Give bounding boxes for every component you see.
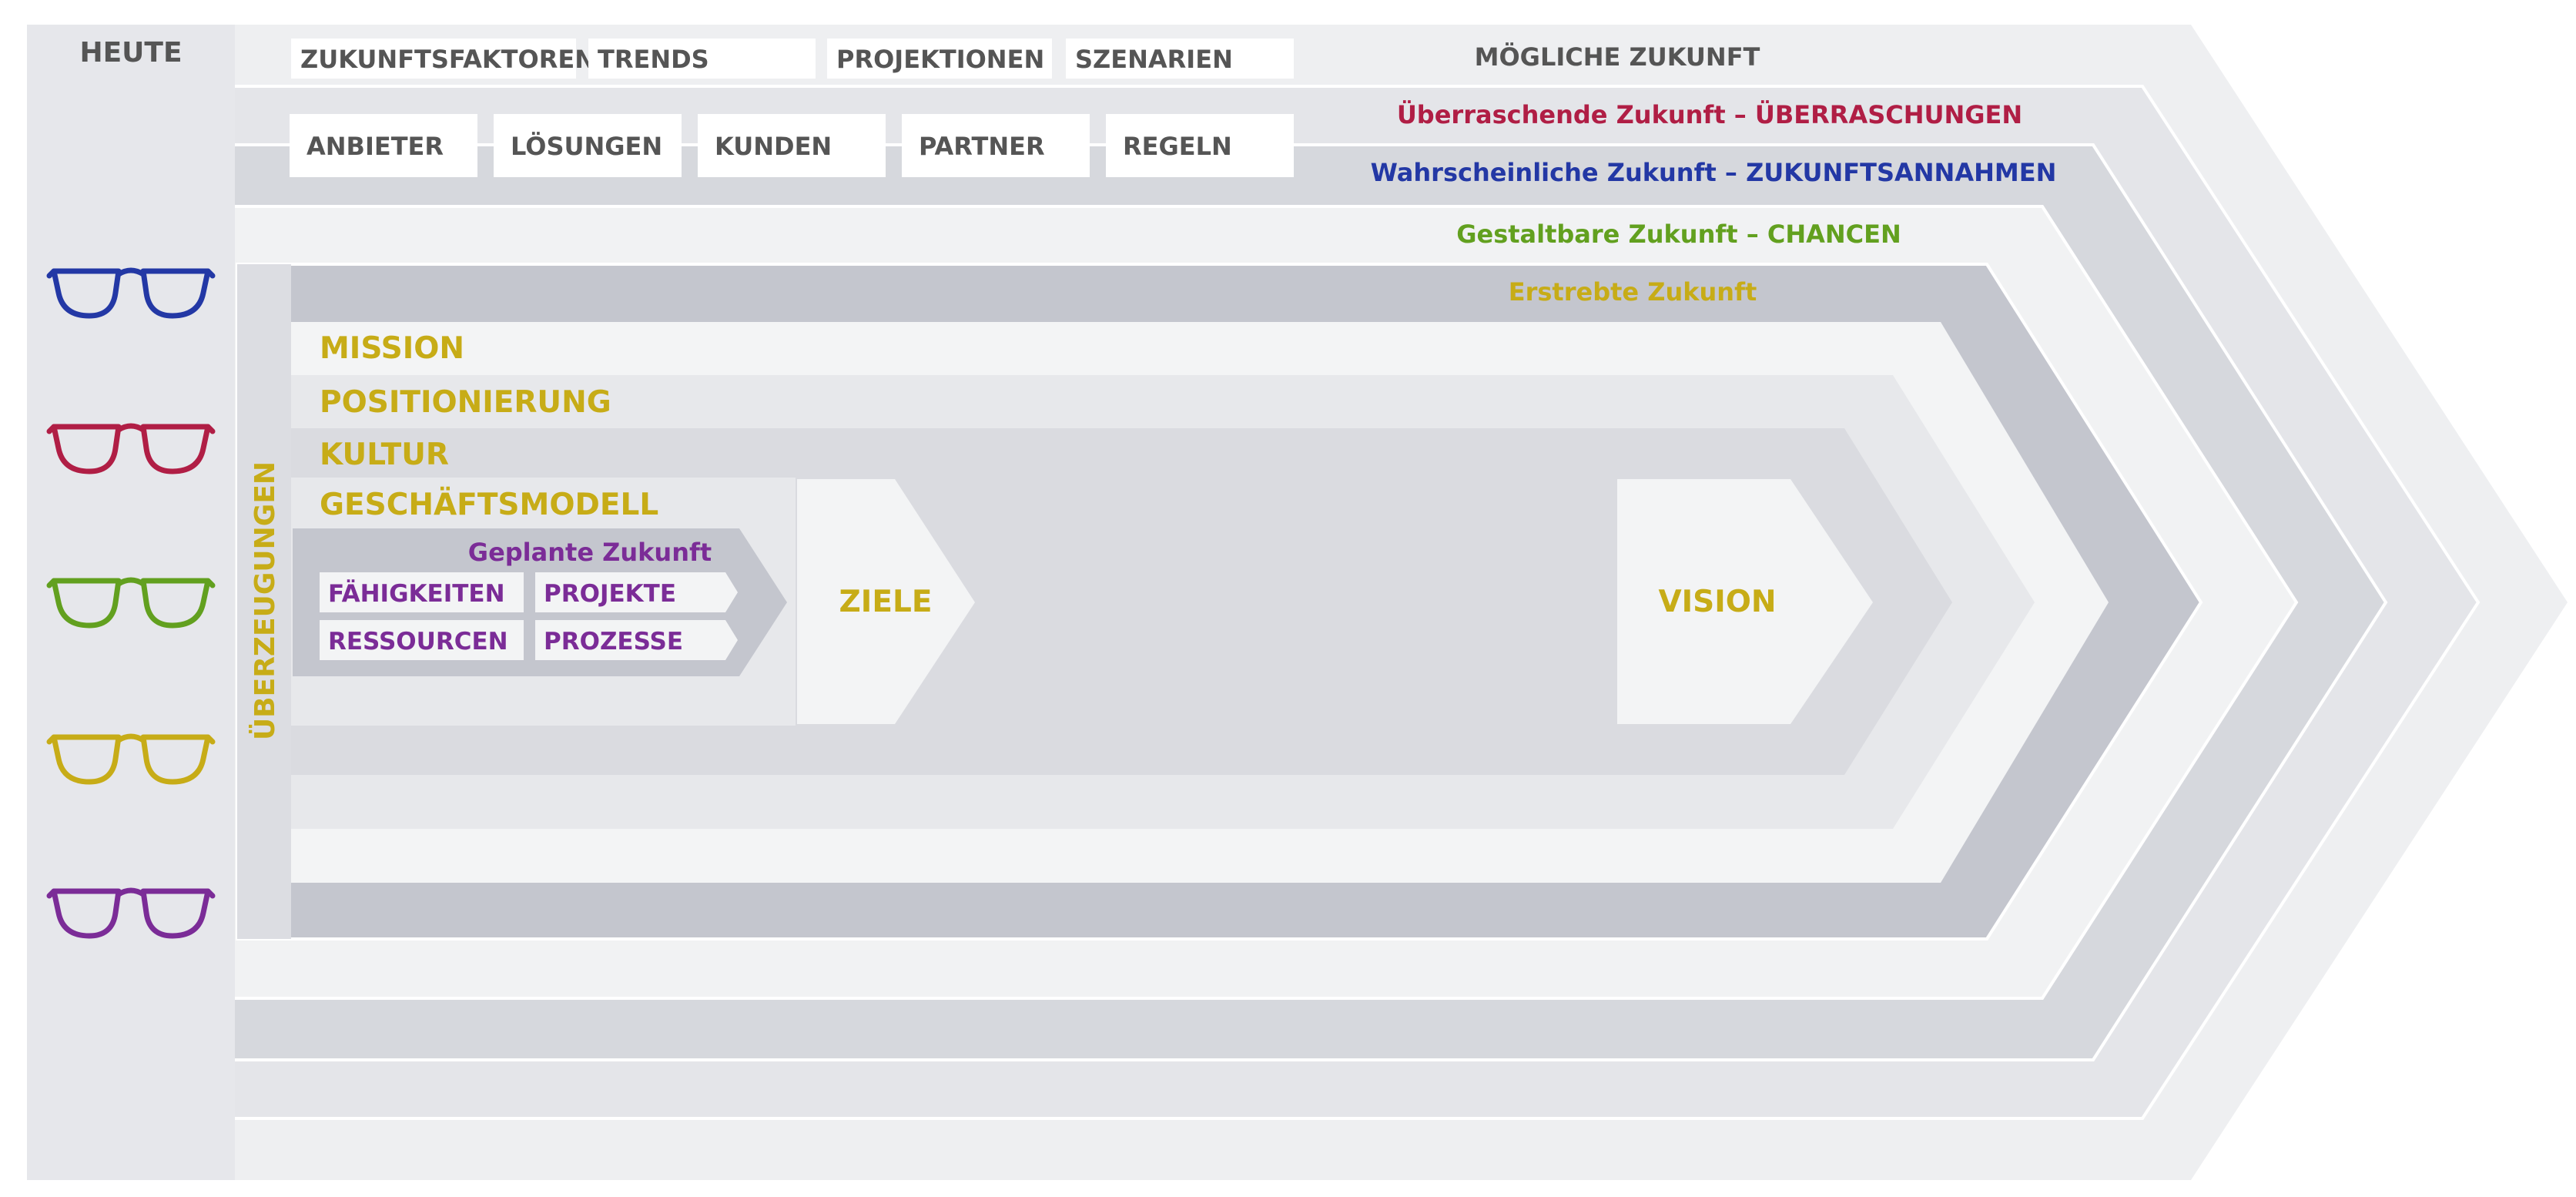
goals-label: ZIELE — [839, 585, 933, 619]
label-surprising-future: Überraschende Zukunft – ÜBERRASCHUNGEN — [1397, 100, 2022, 129]
planned-item-ressourcen: RESSOURCEN — [320, 620, 524, 660]
planned-item-label: RESSOURCEN — [328, 628, 508, 656]
factor-box: TRENDS — [588, 39, 816, 79]
row-mission: MISSION — [320, 331, 464, 366]
planned-item-label: FÄHIGKEITEN — [328, 580, 505, 608]
planned-future-title: Geplante Zukunft — [468, 538, 712, 567]
factor-box: PROJEKTIONEN — [827, 39, 1052, 79]
planned-item-faehigkeiten: FÄHIGKEITEN — [320, 572, 524, 612]
future-factors-row: ZUKUNFTSFAKTOREN TRENDS PROJEKTIONEN SZENAR… — [291, 39, 1294, 79]
actor-box-label: ANBIETER — [307, 132, 444, 161]
actor-box-label: KUNDEN — [715, 132, 832, 161]
beliefs-label: ÜBERZEUGUNGEN — [249, 461, 281, 740]
planned-item-prozesse: PROZESSE — [535, 620, 738, 660]
actor-box: PARTNER — [902, 114, 1090, 177]
label-possible-future: MÖGLICHE ZUKUNFT — [1475, 42, 1760, 72]
actor-box-label: LÖSUNGEN — [511, 132, 662, 161]
row-business-model: GESCHÄFTSMODELL — [320, 486, 658, 522]
row-culture: KULTUR — [320, 438, 449, 472]
label-probable-future: Wahrscheinliche Zukunft – ZUKUNFTSANNAHM… — [1371, 158, 2057, 187]
planned-item-label: PROZESSE — [544, 628, 683, 656]
actor-box: REGELN — [1106, 114, 1294, 177]
factor-box-label: SZENARIEN — [1075, 45, 1233, 74]
planned-item-projekte: PROJEKTE — [535, 572, 738, 612]
label-shapeable-future: Gestaltbare Zukunft – CHANCEN — [1456, 220, 1901, 249]
future-diagram: HEUTE ZUKUNFTSFAKTOREN TRENDS PROJEKTIONEN… — [27, 25, 2568, 1180]
today-label: HEUTE — [79, 37, 182, 69]
label-desired-future: Erstrebte Zukunft — [1509, 277, 1757, 307]
actor-box: LÖSUNGEN — [494, 114, 682, 177]
row-positioning: POSITIONIERUNG — [320, 385, 611, 420]
factor-box: ZUKUNFTSFAKTOREN — [291, 39, 595, 79]
actor-box: ANBIETER — [290, 114, 477, 177]
planned-item-label: PROJEKTE — [544, 580, 676, 608]
market-actors-row: ANBIETER LÖSUNGEN KUNDEN PARTNER REGELN — [290, 114, 1294, 177]
factor-box-label: TRENDS — [598, 45, 709, 74]
vision-label: VISION — [1658, 585, 1776, 619]
actor-box-label: REGELN — [1123, 132, 1232, 161]
factor-box: SZENARIEN — [1066, 39, 1294, 79]
factor-box-label: PROJEKTIONEN — [836, 45, 1044, 74]
actor-box-label: PARTNER — [919, 132, 1045, 161]
factor-box-label: ZUKUNFTSFAKTOREN — [300, 45, 595, 74]
actor-box: KUNDEN — [698, 114, 886, 177]
